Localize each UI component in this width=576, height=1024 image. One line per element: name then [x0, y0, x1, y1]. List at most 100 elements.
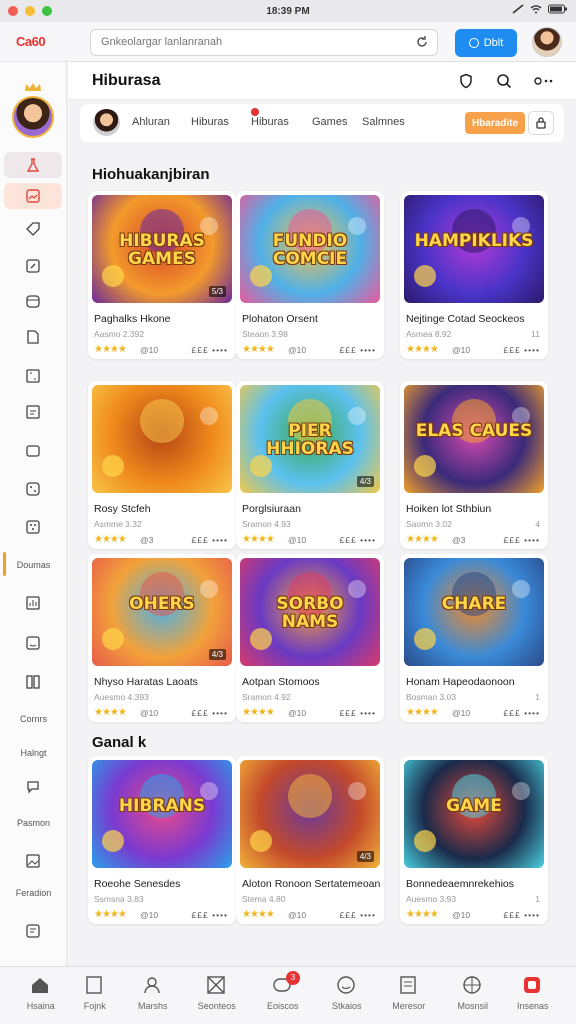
game-title[interactable]: Roeohe Senesdes	[94, 878, 180, 890]
bottom-nav-page[interactable]: Fojnk	[66, 967, 124, 1024]
game-title[interactable]: Paghalks Hkone	[94, 313, 170, 325]
game-card[interactable]: CHARE Honam Hapeodaonoon Bosman 3.03 1 ★…	[400, 554, 548, 722]
game-card[interactable]: HAMPIKLIKS Nejtinge Cotad Seockeos Asmea…	[400, 191, 548, 359]
game-title[interactable]: Rosy Stcfeh	[94, 503, 151, 515]
page-icon	[86, 976, 102, 994]
rating-value: @10	[288, 910, 307, 920]
game-title[interactable]: Hoiken lot Sthbiun	[406, 503, 491, 515]
sidebar-avatar[interactable]	[12, 96, 54, 138]
tab-games[interactable]: Games	[312, 116, 347, 128]
game-title[interactable]: Porglsiuraan	[242, 503, 301, 515]
game-title[interactable]: Nhyso Haratas Laoats	[94, 676, 198, 688]
notification-dot	[251, 108, 259, 116]
game-card[interactable]: Rosy Stcfeh Asmme 3.32 ★★★★ @3 £££ ••••	[88, 381, 236, 549]
bottom-nav-doc[interactable]: Meresor	[380, 967, 438, 1024]
star-rating-icon: ★★★★	[406, 344, 439, 355]
sidebar-item-home[interactable]	[4, 152, 62, 178]
sidebar-item-file[interactable]	[4, 324, 62, 350]
game-card[interactable]: GAME Bonnedeaemnrekehios Auesmo 3.93 1 ★…	[400, 756, 548, 924]
sidebar-item-frame[interactable]	[4, 363, 62, 389]
game-thumbnail[interactable]: FUNDIO COMCIE	[240, 195, 380, 303]
sidebar-label-doumas[interactable]: Doumas	[0, 560, 67, 570]
game-title[interactable]: Nejtinge Cotad Seockeos	[406, 313, 525, 325]
game-card[interactable]: FUNDIO COMCIE Plohaton Orsent Steaon 3.9…	[236, 191, 384, 359]
sidebar-item-contact[interactable]	[4, 918, 62, 944]
sidebar-item-dice[interactable]	[4, 476, 62, 502]
game-card[interactable]: ELAS CAUES Hoiken lot Sthbiun Saomn 3.02…	[400, 381, 548, 549]
reload-icon[interactable]	[415, 35, 429, 49]
bottom-nav-apps[interactable]: Insenas	[504, 967, 562, 1024]
tab-hiburas-2[interactable]: Hiburas	[251, 116, 289, 128]
game-thumbnail[interactable]: PIER HHIORAS 4/3	[240, 385, 380, 493]
decor-art	[414, 830, 436, 852]
sidebar-item-gallery[interactable]	[4, 848, 62, 874]
profile-avatar[interactable]	[532, 27, 562, 57]
shield-icon[interactable]	[458, 73, 474, 89]
rating-value: @10	[452, 345, 471, 355]
game-card[interactable]: HIBURAS GAMES 5/3 Paghalks Hkone Aasmo 2…	[88, 191, 236, 359]
sidebar-item-face[interactable]	[4, 630, 62, 656]
face-icon	[26, 636, 40, 650]
sidebar-item-tag[interactable]	[4, 216, 62, 242]
decor-art	[102, 628, 124, 650]
search-icon[interactable]	[496, 73, 512, 89]
sidebar-item-games[interactable]	[4, 183, 62, 209]
game-thumbnail[interactable]: 4/3	[240, 760, 380, 868]
game-thumbnail[interactable]: CHARE	[404, 558, 544, 666]
sidebar-item-grid[interactable]	[4, 514, 62, 540]
game-thumbnail[interactable]: ELAS CAUES	[404, 385, 544, 493]
bottom-nav: Hsaina Fojnk Marshs Seonteos 3 Eoiscos S…	[0, 966, 576, 1024]
game-card[interactable]: 4/3 Aloton Ronoon Sertatemeoan Stema 4.8…	[236, 756, 384, 924]
bottom-nav-chat[interactable]: 3 Eoiscos	[254, 967, 312, 1024]
game-thumbnail[interactable]: HAMPIKLIKS	[404, 195, 544, 303]
sidebar-item-chart[interactable]	[4, 590, 62, 616]
game-thumbnail[interactable]: SORBO NAMS	[240, 558, 380, 666]
sidebar-label-feradion[interactable]: Feradion	[0, 888, 67, 898]
game-thumbnail[interactable]	[92, 385, 232, 493]
sidebar-item-box[interactable]	[4, 288, 62, 314]
game-card[interactable]: PIER HHIORAS 4/3 Porglsiuraan Sramon 4.9…	[236, 381, 384, 549]
game-title[interactable]: Bonnedeaemnrekehios	[406, 878, 514, 890]
sidebar-item-speech[interactable]	[4, 774, 62, 800]
tab-ahluran[interactable]: Ahluran	[132, 116, 170, 128]
lock-button[interactable]	[528, 111, 554, 135]
star-rating-icon: ★★★★	[94, 534, 127, 545]
game-meta: £££ ••••	[503, 708, 540, 718]
game-thumbnail[interactable]: GAME	[404, 760, 544, 868]
sidebar-item-list[interactable]	[4, 399, 62, 425]
wifi-icon	[530, 5, 542, 14]
game-thumbnail[interactable]: OHERS 4/3	[92, 558, 232, 666]
game-card[interactable]: SORBO NAMS Aotpan Stomoos Sramon 4.92 ★★…	[236, 554, 384, 722]
primary-action-button[interactable]: Dblt	[455, 29, 517, 57]
game-title[interactable]: Plohaton Orsent	[242, 313, 318, 325]
bottom-nav-box[interactable]: Seonteos	[188, 967, 246, 1024]
game-thumbnail[interactable]: HIBURAS GAMES 5/3	[92, 195, 232, 303]
app-logo[interactable]: Ca60	[16, 34, 46, 49]
sidebar-label-halngt[interactable]: Halngt	[0, 748, 67, 758]
tab-hiburas[interactable]: Hiburas	[191, 116, 229, 128]
bottom-nav-label: Fojnk	[83, 1001, 106, 1011]
bottom-nav-label: Hsaina	[26, 1001, 55, 1011]
game-thumbnail[interactable]: HIBRANS	[92, 760, 232, 868]
bottom-nav-ball[interactable]: Mosnsil	[444, 967, 502, 1024]
game-title[interactable]: Aotpan Stomoos	[242, 676, 320, 688]
address-bar[interactable]: Gnkeolargar lanlanranah	[90, 29, 438, 56]
bottom-nav-home[interactable]: Hsaina	[12, 967, 70, 1024]
sidebar-label-cornrs[interactable]: Cornrs	[0, 714, 67, 724]
sidebar-item-columns[interactable]	[4, 669, 62, 695]
tab-salmnes[interactable]: Salmnes	[362, 116, 405, 128]
game-subtitle: Auesmo 3.93	[406, 894, 457, 904]
game-title[interactable]: Honam Hapeodaonoon	[406, 676, 515, 688]
sidebar-item-edit[interactable]	[4, 253, 62, 279]
bottom-nav-smile[interactable]: Stkaios	[318, 967, 376, 1024]
bottom-nav-user[interactable]: Marshs	[124, 967, 182, 1024]
game-art-title: ELAS CAUES	[415, 421, 533, 441]
more-icon[interactable]	[534, 73, 554, 89]
game-title[interactable]: Aloton Ronoon Sertatemeoan	[242, 878, 380, 890]
sidebar-label-pasmon[interactable]: Pasmon	[0, 818, 67, 828]
game-card[interactable]: OHERS 4/3 Nhyso Haratas Laoats Auesmo 4.…	[88, 554, 236, 722]
filter-pill[interactable]: Hbaradite	[465, 112, 525, 134]
game-card[interactable]: HIBRANS Roeohe Senesdes Ssmsna 3.83 ★★★★…	[88, 756, 236, 924]
sidebar-item-chat[interactable]	[4, 438, 62, 464]
tab-avatar[interactable]	[93, 109, 120, 136]
